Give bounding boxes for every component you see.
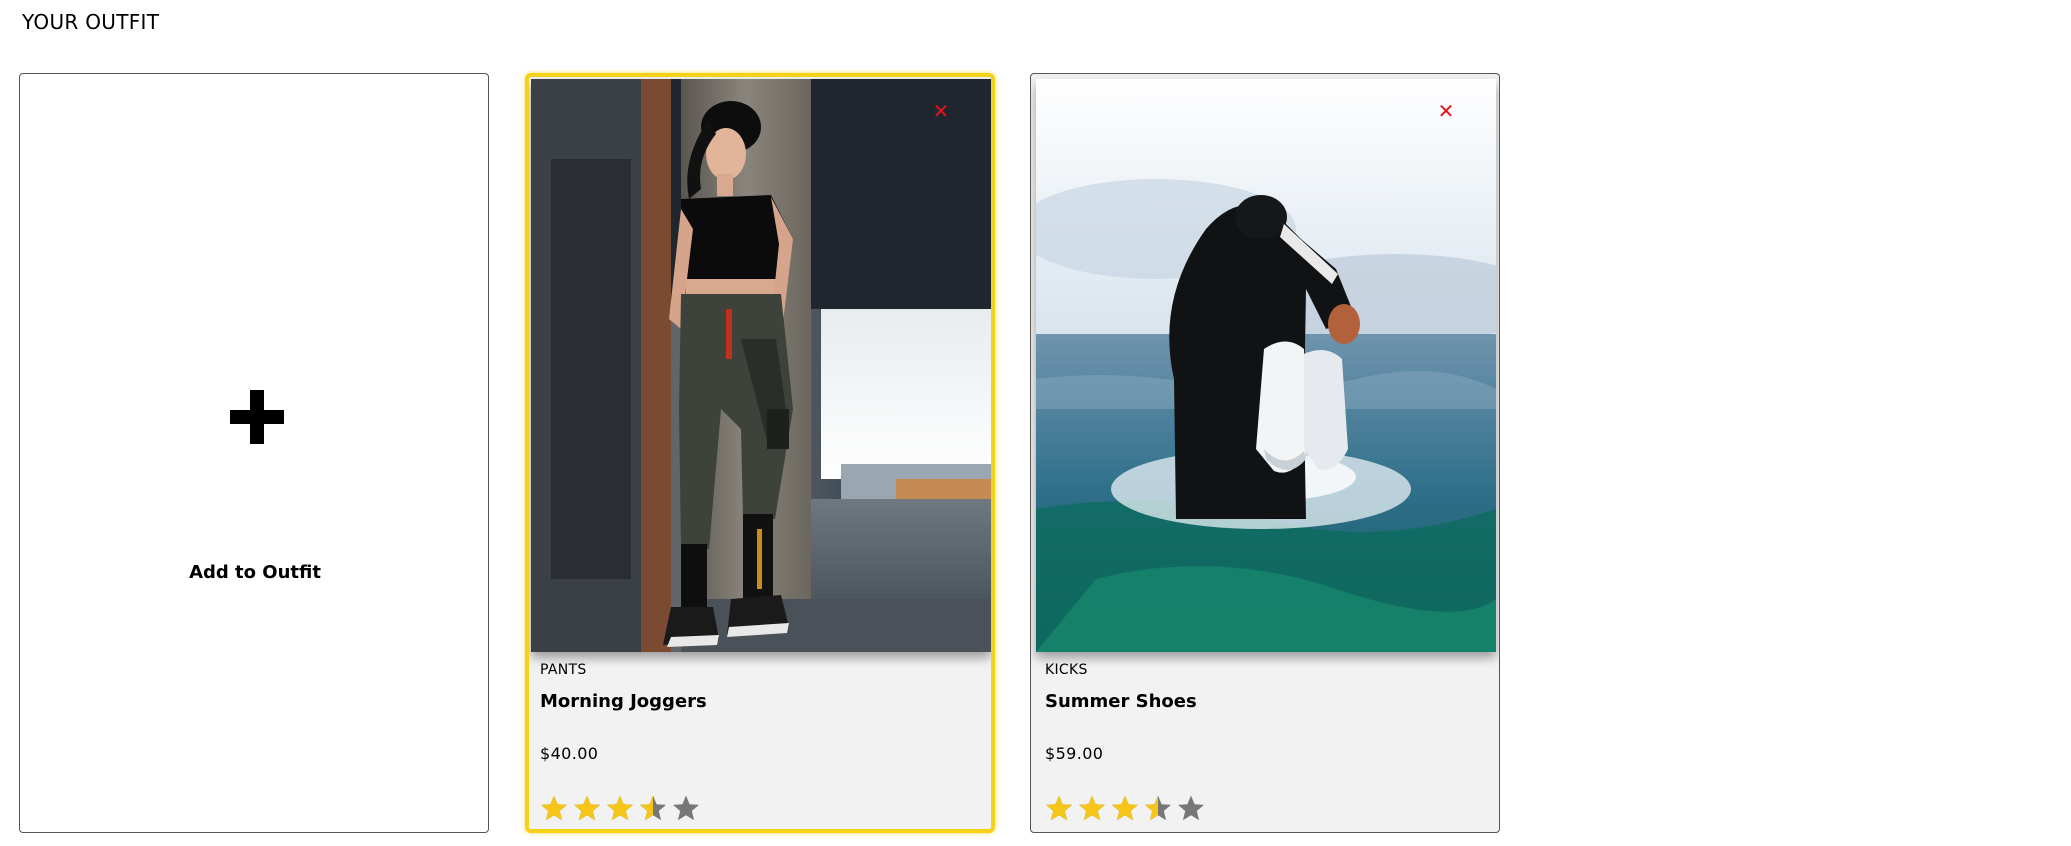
- product-name[interactable]: Morning Joggers: [540, 691, 707, 712]
- add-to-outfit-label: Add to Outfit: [189, 562, 321, 583]
- star-filled-icon: [1111, 794, 1139, 822]
- star-half-icon: [639, 794, 667, 822]
- product-image[interactable]: ✕: [1036, 79, 1496, 652]
- product-category: KICKS: [1045, 662, 1088, 678]
- outfit-card[interactable]: ✕ KICKS Summer Shoes $59.00: [1030, 73, 1500, 833]
- close-icon[interactable]: ✕: [929, 99, 953, 123]
- outfit-page: YOUR OUTFIT Add to Outfit ✕ PANTS Mornin…: [0, 0, 2071, 846]
- product-price: $40.00: [540, 744, 599, 763]
- star-filled-icon: [573, 794, 601, 822]
- product-category: PANTS: [540, 662, 587, 678]
- product-price: $59.00: [1045, 744, 1104, 763]
- star-empty-icon: [1177, 794, 1205, 822]
- star-rating: [1045, 794, 1205, 822]
- add-to-outfit-card[interactable]: Add to Outfit: [19, 73, 489, 833]
- plus-icon[interactable]: [230, 390, 284, 444]
- section-title: YOUR OUTFIT: [22, 10, 160, 34]
- close-icon[interactable]: ✕: [1434, 99, 1458, 123]
- star-filled-icon: [1078, 794, 1106, 822]
- star-filled-icon: [540, 794, 568, 822]
- star-rating: [540, 794, 700, 822]
- product-image[interactable]: ✕: [531, 79, 991, 652]
- star-filled-icon: [606, 794, 634, 822]
- star-empty-icon: [672, 794, 700, 822]
- outfit-card[interactable]: ✕ PANTS Morning Joggers $40.00: [525, 73, 995, 833]
- star-filled-icon: [1045, 794, 1073, 822]
- product-name[interactable]: Summer Shoes: [1045, 691, 1197, 712]
- star-half-icon: [1144, 794, 1172, 822]
